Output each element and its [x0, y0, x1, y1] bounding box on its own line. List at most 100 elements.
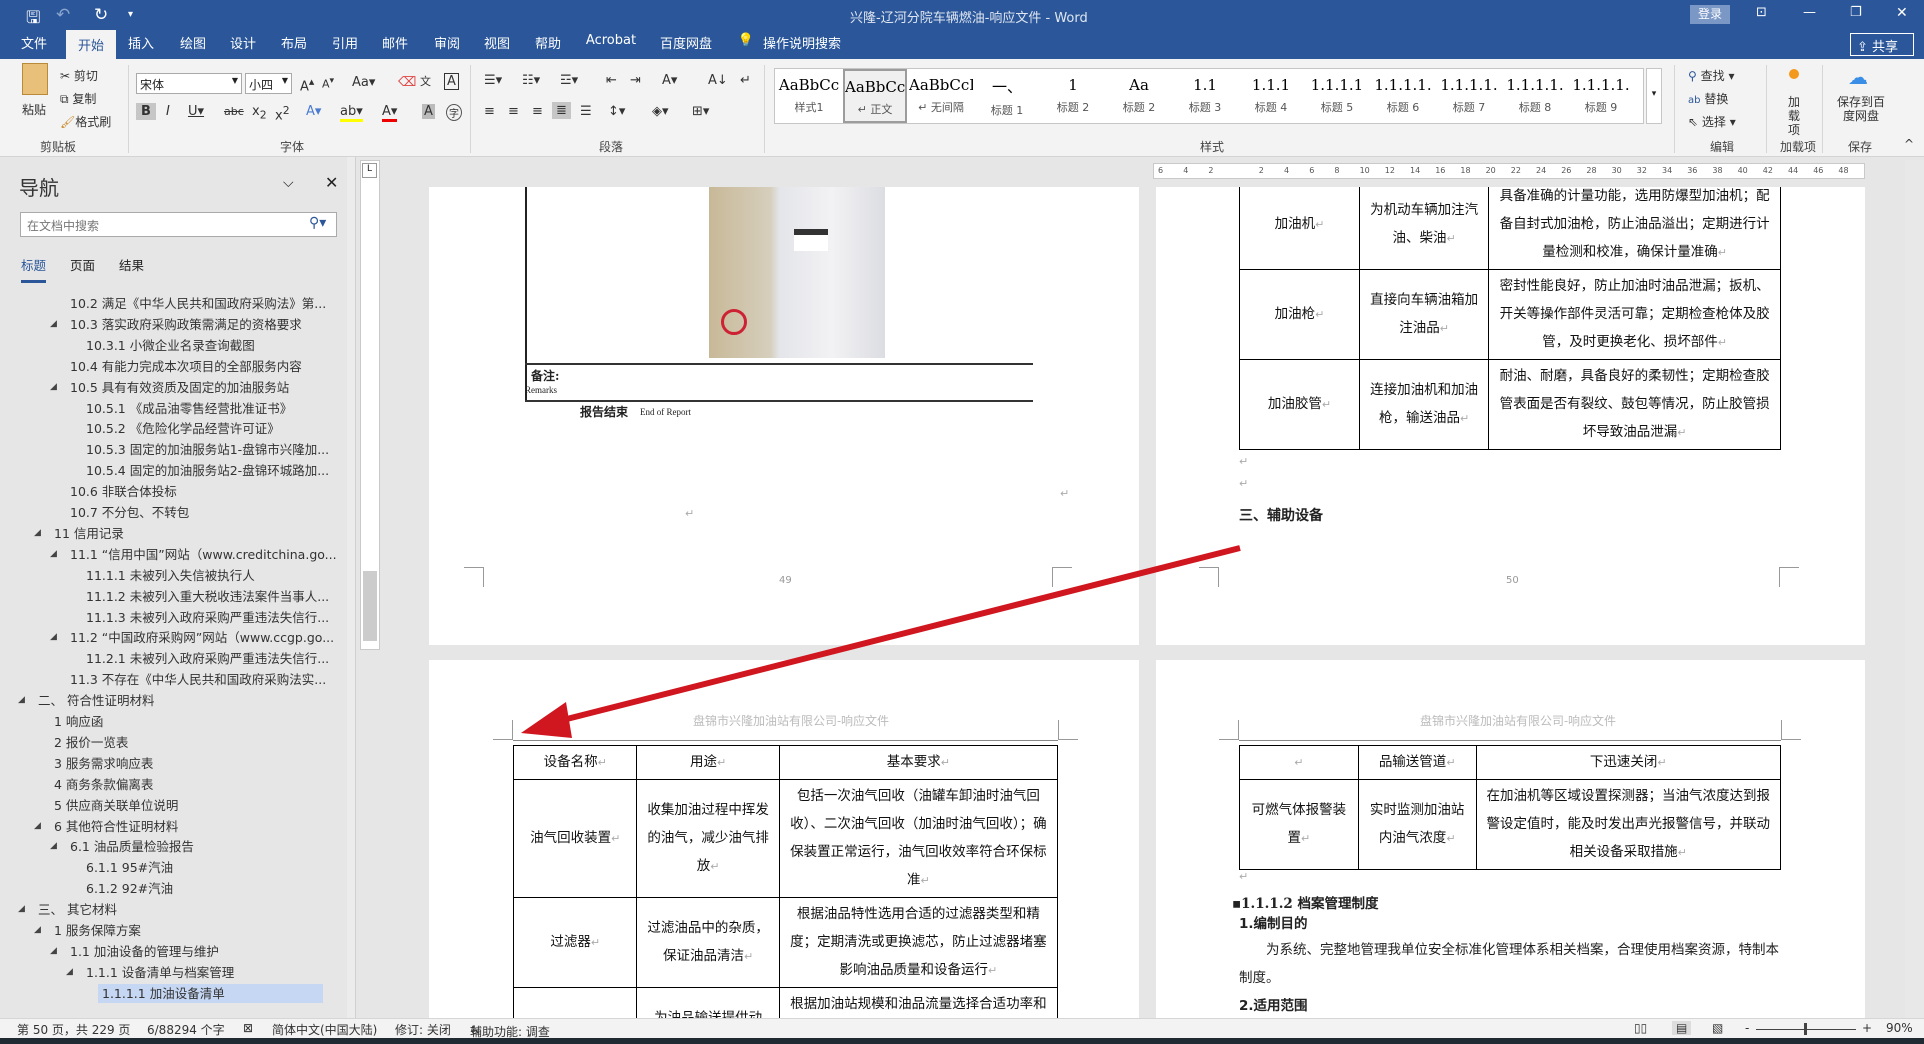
align-center-icon[interactable]: ≡: [508, 104, 519, 119]
nav-heading-item[interactable]: 11.1.3 未被列入政府采购严重违法失信行...: [82, 608, 329, 627]
style-item[interactable]: AaBbCcDdI ↵ 无间隔: [909, 69, 973, 123]
save-to-baidu-button[interactable]: 保存到百度网盘: [1834, 95, 1888, 123]
tab-10[interactable]: 帮助: [535, 33, 561, 52]
nav-heading-item[interactable]: 11.1.2 未被列入重大税收违法案件当事人...: [82, 587, 329, 606]
shrink-font-icon[interactable]: A▾: [322, 75, 334, 91]
tab-6[interactable]: 引用: [332, 33, 358, 52]
tab-3[interactable]: 绘图: [180, 33, 206, 52]
nav-heading-item[interactable]: 10.7 不分包、不转包: [66, 503, 189, 522]
line-spacing-icon[interactable]: ↕▾: [608, 104, 625, 119]
grow-font-icon[interactable]: A▴: [300, 75, 314, 94]
tab-2[interactable]: 插入: [128, 33, 154, 52]
italic-button[interactable]: I: [166, 104, 170, 119]
nav-heading-item[interactable]: ◢ 10.5 具有有效资质及固定的加油服务站: [50, 378, 289, 397]
tab-0[interactable]: 文件: [21, 33, 47, 52]
language[interactable]: 简体中文(中国大陆): [272, 1021, 377, 1038]
tab-1[interactable]: 开始: [65, 30, 117, 59]
borders-icon[interactable]: ⊞▾: [692, 104, 709, 119]
web-layout-icon[interactable]: ▧: [1712, 1021, 1723, 1035]
chinese-layout-icon[interactable]: A▾: [662, 73, 677, 88]
tab-8[interactable]: 审阅: [434, 33, 460, 52]
select-button[interactable]: ⇖ 选择 ▾: [1688, 113, 1736, 130]
nav-heading-item[interactable]: 3 服务需求响应表: [50, 754, 153, 773]
ribbon-display-icon[interactable]: ⊡: [1756, 5, 1767, 20]
nav-heading-item[interactable]: 10.6 非联合体投标: [66, 482, 177, 501]
nav-heading-item[interactable]: 10.3.1 小微企业名录查询截图: [82, 336, 255, 355]
tab-4[interactable]: 设计: [230, 33, 256, 52]
minimize-icon[interactable]: —: [1803, 5, 1816, 20]
lightbulb-icon[interactable]: 💡: [738, 33, 754, 48]
subscript-button[interactable]: x2: [252, 104, 267, 122]
style-item[interactable]: 1.1.1.1. 标题 7: [1437, 69, 1501, 123]
copy-button[interactable]: ⧉ 复制: [60, 90, 96, 107]
nav-heading-item[interactable]: 11.3 不存在《中华人民共和国政府采购法实...: [66, 670, 326, 689]
expand-triangle-icon[interactable]: ◢: [66, 963, 73, 982]
nav-heading-item[interactable]: 6.1.2 92#汽油: [82, 879, 173, 898]
zoom-out-button[interactable]: -: [1745, 1021, 1749, 1035]
vertical-scrollbar[interactable]: [1905, 160, 1924, 1018]
nav-heading-item[interactable]: 1 响应函: [50, 712, 103, 731]
customize-toolbar-icon[interactable]: ▾: [128, 9, 133, 20]
paste-icon[interactable]: [22, 63, 48, 95]
nav-heading-item[interactable]: 5 供应商关联单位说明: [50, 796, 178, 815]
nav-heading-item[interactable]: ◢ 10.3 落实政府采购政策需满足的资格要求: [50, 315, 302, 334]
expand-triangle-icon[interactable]: ◢: [50, 628, 57, 647]
align-right-icon[interactable]: ≡: [532, 104, 543, 119]
tab-selector[interactable]: L: [362, 163, 377, 178]
search-icon[interactable]: ⚲▾: [309, 215, 326, 231]
collapse-ribbon-icon[interactable]: ^: [1904, 137, 1914, 151]
multilevel-list-icon[interactable]: ☲▾: [560, 73, 578, 88]
distributed-icon[interactable]: ☰: [580, 104, 592, 119]
nav-heading-item[interactable]: 10.5.4 固定的加油服务站2-盘锦环城路加...: [82, 461, 329, 480]
styles-more-button[interactable]: ▾: [1646, 68, 1662, 124]
replace-button[interactable]: ab 替换: [1688, 90, 1728, 107]
nav-tab-pages[interactable]: 页面: [70, 255, 95, 274]
underline-button[interactable]: U▾: [188, 104, 204, 119]
print-layout-icon[interactable]: ▤: [1672, 1021, 1692, 1035]
nav-heading-item[interactable]: ◢ 11 信用记录: [34, 524, 124, 543]
clear-format-icon[interactable]: ⌫: [398, 75, 416, 90]
style-item[interactable]: 一、 标题 1: [975, 69, 1039, 123]
tab-11[interactable]: Acrobat: [586, 33, 636, 48]
nav-heading-item[interactable]: 2 报价一览表: [50, 733, 128, 752]
expand-triangle-icon[interactable]: ◢: [18, 691, 25, 710]
nav-heading-item[interactable]: 10.4 有能力完成本次项目的全部服务内容: [66, 357, 302, 376]
nav-search-input[interactable]: 在文档中搜索 ⚲▾: [20, 212, 337, 237]
zoom-slider-thumb[interactable]: [1804, 1023, 1807, 1035]
nav-close-icon[interactable]: ✕: [325, 173, 338, 192]
page-count[interactable]: 第 50 页，共 229 页: [17, 1021, 130, 1038]
bold-button[interactable]: B: [136, 103, 156, 120]
nav-heading-item[interactable]: 10.5.3 固定的加油服务站1-盘锦市兴隆加...: [82, 440, 329, 459]
tab-5[interactable]: 布局: [281, 33, 307, 52]
redo-icon[interactable]: ↻: [94, 5, 108, 25]
expand-triangle-icon[interactable]: ◢: [50, 942, 57, 961]
style-item[interactable]: 1.1.1.1. 标题 8: [1503, 69, 1567, 123]
zoom-level[interactable]: 90%: [1886, 1021, 1913, 1035]
style-item[interactable]: 1.1 标题 3: [1173, 69, 1237, 123]
nav-tab-headings[interactable]: 标题: [21, 255, 47, 283]
tab-7[interactable]: 邮件: [382, 33, 408, 52]
superscript-button[interactable]: x2: [275, 104, 290, 123]
share-button[interactable]: ⇪ 共享 ▾: [1850, 33, 1914, 70]
tab-13[interactable]: 操作说明搜索: [763, 33, 841, 52]
nav-options-icon[interactable]: ⌵: [283, 175, 294, 191]
save-icon[interactable]: 🖫: [26, 5, 40, 34]
nav-heading-item[interactable]: ◢ 三、 其它材料: [18, 900, 117, 919]
nav-heading-item[interactable]: ◢ 1.1 加油设备的管理与维护: [50, 942, 219, 961]
character-shading-icon[interactable]: A: [422, 104, 435, 119]
expand-triangle-icon[interactable]: ◢: [34, 524, 41, 543]
nav-heading-item[interactable]: 10.5.2 《危险化学品经营许可证》: [82, 419, 280, 438]
expand-triangle-icon[interactable]: ◢: [50, 545, 57, 564]
read-mode-icon[interactable]: ▯▯: [1634, 1021, 1647, 1035]
bullets-icon[interactable]: ☰▾: [484, 73, 502, 88]
cut-button[interactable]: ✂ 剪切: [60, 67, 98, 84]
nav-heading-item[interactable]: ◢ 11.1 “信用中国”网站（www.creditchina.go...: [50, 545, 337, 564]
style-item[interactable]: 1.1.1 标题 4: [1239, 69, 1303, 123]
expand-triangle-icon[interactable]: ◢: [50, 378, 57, 397]
font-name-select[interactable]: 宋体 ▼: [136, 73, 242, 94]
enclose-character-icon[interactable]: 字: [446, 104, 462, 121]
style-item[interactable]: AaBbCcDdI ↵ 正文: [843, 69, 907, 123]
expand-triangle-icon[interactable]: ◢: [50, 837, 57, 856]
proofing-icon[interactable]: ⊠: [243, 1021, 253, 1035]
show-marks-icon[interactable]: ↵: [740, 73, 751, 88]
